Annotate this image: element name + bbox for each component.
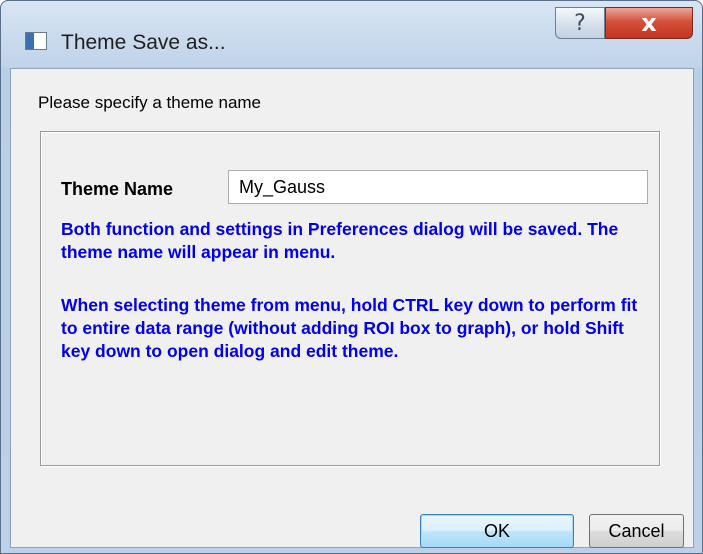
theme-name-label: Theme Name <box>61 179 174 199</box>
close-button[interactable]: x <box>605 7 693 39</box>
info-text-shortcuts: When selecting theme from menu, hold CTR… <box>61 295 638 361</box>
dialog-window: Theme Save as... ? x Please specify a th… <box>0 0 703 554</box>
info-text-saved: Both function and settings in Preference… <box>61 219 619 262</box>
ok-button[interactable]: OK <box>420 514 574 548</box>
help-icon: ? <box>574 10 586 36</box>
dialog-body: Please specify a theme name Theme Name B… <box>10 68 694 548</box>
theme-group-box: Theme Name Both function and settings in… <box>40 131 660 466</box>
cancel-button[interactable]: Cancel <box>589 514 684 548</box>
help-button[interactable]: ? <box>555 7 605 39</box>
close-icon: x <box>641 9 657 37</box>
window-icon <box>25 32 47 50</box>
window-title: Theme Save as... <box>61 31 226 54</box>
instruction-text: Please specify a theme name <box>38 93 262 112</box>
theme-name-input[interactable] <box>228 170 648 204</box>
title-bar[interactable]: Theme Save as... ? x <box>1 1 702 67</box>
